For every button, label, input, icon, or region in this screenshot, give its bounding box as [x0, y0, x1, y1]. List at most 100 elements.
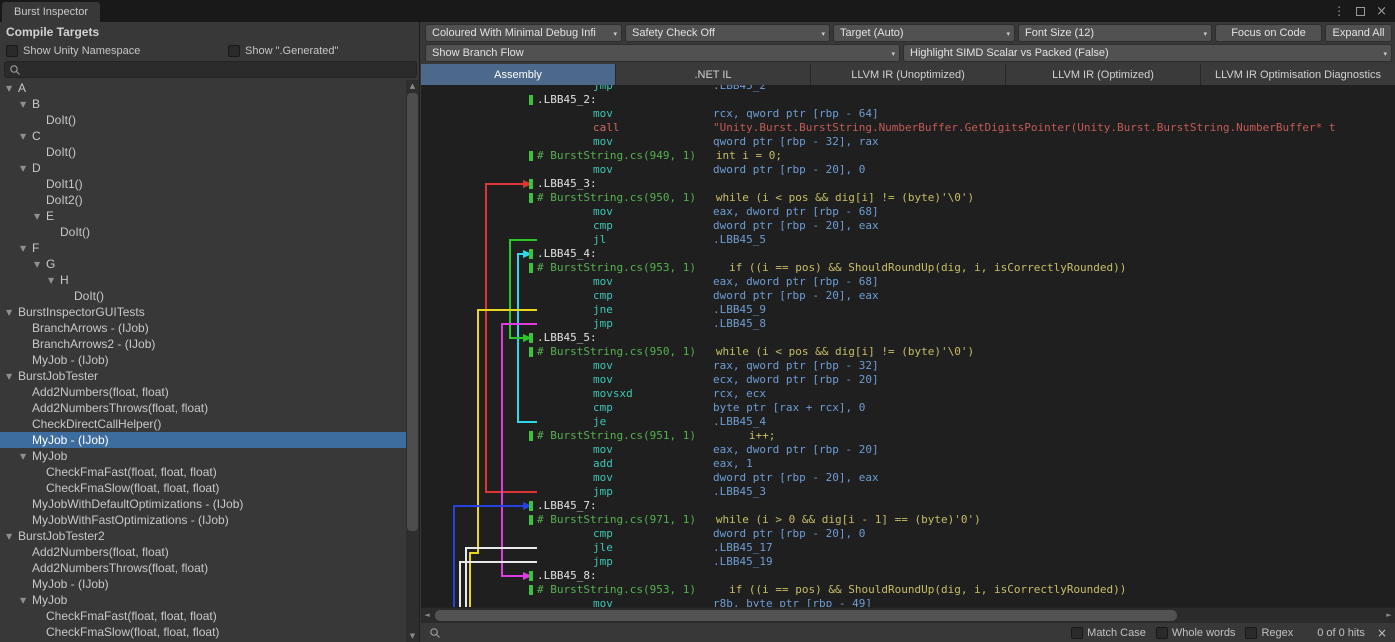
focus-on-code-button[interactable]: Focus on Code [1215, 24, 1322, 42]
checkbox-box[interactable] [1245, 627, 1257, 639]
safety-check-dropdown[interactable]: Safety Check Off▾ [625, 24, 830, 42]
foldout-open-icon[interactable]: ▼ [6, 81, 18, 96]
find-field[interactable] [429, 625, 1061, 640]
tree-item[interactable]: ▼H [0, 272, 406, 288]
show-generated-checkbox[interactable]: Show ".Generated" [228, 43, 338, 58]
checkbox-box[interactable] [1071, 627, 1083, 639]
checkbox-box[interactable] [1156, 627, 1168, 639]
tree-item[interactable]: ▼G [0, 256, 406, 272]
foldout-open-icon[interactable]: ▼ [20, 97, 32, 112]
code-line-asm: moveax, dword ptr [rbp - 68] [421, 275, 1395, 289]
match-case-checkbox[interactable]: Match Case [1071, 627, 1146, 639]
targets-search-field[interactable] [4, 61, 417, 78]
tab-llvm-ir-optimized[interactable]: LLVM IR (Optimized) [1006, 64, 1200, 85]
window-menu-icon[interactable]: ⋮ [1333, 4, 1345, 18]
asm-operands: rax, qword ptr [rbp - 32] [713, 359, 879, 372]
regex-checkbox[interactable]: Regex [1245, 627, 1293, 639]
scroll-right-icon[interactable]: ► [1383, 608, 1395, 623]
scroll-up-icon[interactable]: ▲ [406, 80, 419, 92]
tab-llvm-ir-optimisation-diagnostics[interactable]: LLVM IR Optimisation Diagnostics [1201, 64, 1395, 85]
tree-item[interactable]: BranchArrows2 - (IJob) [0, 336, 406, 352]
tree-item[interactable]: CheckFmaFast(float, float, float) [0, 608, 406, 624]
foldout-open-icon[interactable]: ▼ [6, 369, 18, 384]
window-tab-burst-inspector[interactable]: Burst Inspector [2, 2, 100, 22]
tree-item[interactable]: Add2Numbers(float, float) [0, 384, 406, 400]
targets-search-input[interactable] [25, 63, 412, 77]
debug-info-dropdown[interactable]: Coloured With Minimal Debug Infi▾ [425, 24, 622, 42]
tree-item[interactable]: ▼BurstJobTester [0, 368, 406, 384]
tree-item[interactable]: MyJob - (IJob) [0, 432, 406, 448]
window-maximize-icon[interactable] [1356, 7, 1365, 16]
tree-item[interactable]: ▼D [0, 160, 406, 176]
tree-scrollbar[interactable]: ▲ ▼ [406, 80, 419, 642]
tree-item[interactable]: CheckFmaFast(float, float, float) [0, 464, 406, 480]
code-line-asm: movecx, dword ptr [rbp - 20] [421, 373, 1395, 387]
tree-item[interactable]: Add2NumbersThrows(float, float) [0, 560, 406, 576]
foldout-open-icon[interactable]: ▼ [20, 449, 32, 464]
branch-flow-dropdown[interactable]: Show Branch Flow▾ [425, 44, 900, 62]
code-line-asm: movr8b, byte ptr [rbp - 49] [421, 597, 1395, 607]
compile-targets-title: Compile Targets [6, 25, 99, 39]
scroll-down-icon[interactable]: ▼ [406, 630, 419, 642]
foldout-open-icon[interactable]: ▼ [20, 241, 32, 256]
foldout-open-icon[interactable]: ▼ [48, 273, 60, 288]
close-search-icon[interactable]: × [1377, 626, 1387, 640]
tree-item[interactable]: ▼BurstInspectorGUITests [0, 304, 406, 320]
tree-item[interactable]: DoIt() [0, 144, 406, 160]
tree-item[interactable]: Add2Numbers(float, float) [0, 544, 406, 560]
tree-item[interactable]: ▼BurstJobTester2 [0, 528, 406, 544]
foldout-open-icon[interactable]: ▼ [20, 129, 32, 144]
target-dropdown[interactable]: Target (Auto)▾ [833, 24, 1015, 42]
tree-item[interactable]: BranchArrows - (IJob) [0, 320, 406, 336]
tree-item[interactable]: MyJobWithFastOptimizations - (IJob) [0, 512, 406, 528]
code-hscrollbar-thumb[interactable] [435, 610, 1177, 621]
tree-item[interactable]: Add2NumbersThrows(float, float) [0, 400, 406, 416]
tab-llvm-ir-unoptimized[interactable]: LLVM IR (Unoptimized) [811, 64, 1005, 85]
tab-assembly[interactable]: Assembly [421, 64, 615, 85]
tree-item[interactable]: DoIt() [0, 224, 406, 240]
asm-mnemonic: mov [593, 205, 713, 219]
asm-operands: .LBB45_17 [713, 541, 773, 554]
code-hscrollbar[interactable]: ◄ ► [421, 607, 1395, 622]
code-line-asm: jmp.LBB45_3 [421, 485, 1395, 499]
show-unity-namespace-checkbox[interactable]: Show Unity Namespace [6, 43, 140, 58]
checkbox-box[interactable] [228, 45, 240, 57]
tree-item[interactable]: ▼A [0, 80, 406, 96]
checkbox-box[interactable] [6, 45, 18, 57]
expand-all-button[interactable]: Expand All [1325, 24, 1392, 42]
tree-item[interactable]: DoIt() [0, 112, 406, 128]
foldout-open-icon[interactable]: ▼ [6, 529, 18, 544]
tree-item[interactable]: CheckFmaSlow(float, float, float) [0, 480, 406, 496]
tree-item[interactable]: ▼E [0, 208, 406, 224]
tree-item[interactable]: DoIt1() [0, 176, 406, 192]
simd-highlight-dropdown[interactable]: Highlight SIMD Scalar vs Packed (False)▾ [903, 44, 1392, 62]
tree-item[interactable]: ▼B [0, 96, 406, 112]
scroll-left-icon[interactable]: ◄ [421, 608, 433, 623]
find-input[interactable] [446, 625, 1061, 640]
tree-item[interactable]: ▼C [0, 128, 406, 144]
tree-item[interactable]: CheckDirectCallHelper() [0, 416, 406, 432]
tree-item[interactable]: ▼MyJob [0, 592, 406, 608]
tree-item[interactable]: ▼F [0, 240, 406, 256]
foldout-open-icon[interactable]: ▼ [34, 209, 46, 224]
whole-words-checkbox[interactable]: Whole words [1156, 627, 1236, 639]
font-size-dropdown[interactable]: Font Size (12)▾ [1018, 24, 1212, 42]
tree-item[interactable]: MyJobWithDefaultOptimizations - (IJob) [0, 496, 406, 512]
foldout-open-icon[interactable]: ▼ [20, 161, 32, 176]
code-line-label: .LBB45_7: [421, 499, 1395, 513]
window-close-icon[interactable]: × [1376, 4, 1387, 19]
foldout-open-icon[interactable]: ▼ [34, 257, 46, 272]
asm-operands: qword ptr [rbp - 32], rax [713, 135, 879, 148]
foldout-open-icon[interactable]: ▼ [6, 305, 18, 320]
tab-net-il[interactable]: .NET IL [616, 64, 810, 85]
tree-item[interactable]: MyJob - (IJob) [0, 352, 406, 368]
code-line-asm: moveax, dword ptr [rbp - 68] [421, 205, 1395, 219]
tree-item[interactable]: DoIt() [0, 288, 406, 304]
foldout-open-icon[interactable]: ▼ [20, 593, 32, 608]
tree-item[interactable]: MyJob - (IJob) [0, 576, 406, 592]
tree-item[interactable]: ▼MyJob [0, 448, 406, 464]
tree-item[interactable]: CheckFmaSlow(float, float, float) [0, 624, 406, 640]
tree-item[interactable]: DoIt2() [0, 192, 406, 208]
assembly-view[interactable]: jmp.LBB45_2.LBB45_2:movrcx, qword ptr [r… [421, 85, 1395, 607]
tree-scrollbar-thumb[interactable] [407, 93, 418, 531]
